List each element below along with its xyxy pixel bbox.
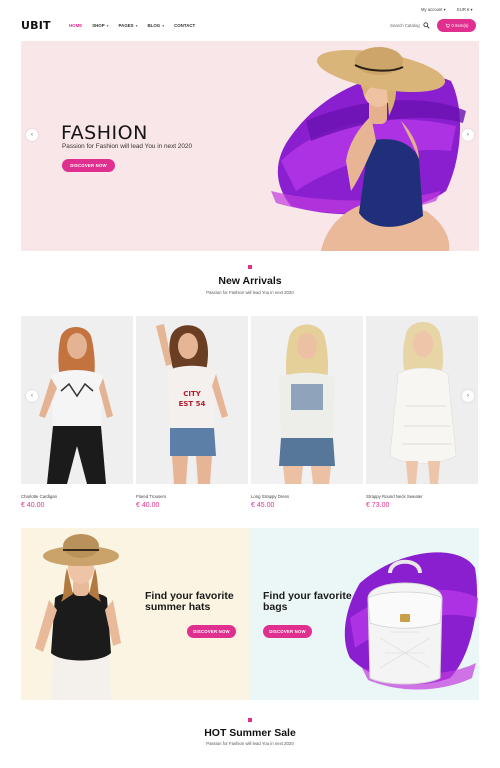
svg-text:CITY: CITY bbox=[183, 390, 202, 398]
hero-title: FASHION bbox=[61, 122, 148, 144]
section-decor-dot bbox=[248, 265, 252, 269]
search-icon[interactable] bbox=[423, 22, 430, 29]
product-carousel: Charlotte Cardigan € 40.00 CITY EST 54 F… bbox=[21, 316, 479, 511]
cart-icon bbox=[445, 23, 450, 28]
chevron-down-icon: ▾ bbox=[135, 24, 138, 28]
hot-sale-title: HOT Summer Sale bbox=[204, 727, 296, 739]
chevron-down-icon: ▾ bbox=[162, 24, 165, 28]
product-price: € 40.00 bbox=[21, 502, 45, 509]
product-card[interactable]: Long Strappy Dress € 45.00 bbox=[251, 316, 363, 509]
section-decor-dot bbox=[248, 718, 252, 722]
product-name[interactable]: Charlotte Cardigan bbox=[21, 494, 133, 499]
nav-label: Pages bbox=[118, 23, 134, 28]
nav-label: Contact bbox=[174, 23, 196, 28]
nav-label: Blog bbox=[147, 23, 161, 28]
carousel-next-arrow-icon[interactable]: › bbox=[462, 390, 474, 402]
product-name[interactable]: Flared Trousers bbox=[136, 494, 248, 499]
main-nav: Home Shop ▾ Pages ▾ Blog ▾ Contact bbox=[69, 23, 205, 28]
site-logo[interactable]: UBIT bbox=[21, 19, 51, 32]
my-account-dropdown[interactable]: My account ▾ bbox=[421, 7, 446, 12]
nav-item-shop[interactable]: Shop ▾ bbox=[92, 23, 108, 28]
product-name[interactable]: Long Strappy Dress bbox=[251, 494, 363, 499]
cart-button[interactable]: 0 Item(s) bbox=[437, 19, 476, 32]
currency-dropdown[interactable]: EUR € ▾ bbox=[457, 7, 473, 12]
nav-item-contact[interactable]: Contact bbox=[174, 23, 195, 28]
product-name[interactable]: Strappy Round Neck Sweater bbox=[366, 494, 478, 499]
discover-now-button[interactable]: Discover now bbox=[263, 625, 312, 638]
hats-model-image bbox=[35, 534, 121, 700]
cart-count: 0 Item(s) bbox=[451, 23, 469, 28]
product-image[interactable]: CITY EST 54 bbox=[136, 316, 248, 484]
hats-banner-title: Find your favorite summer hats bbox=[145, 590, 234, 613]
hero-slider: FASHION Passion for Fashion will lead Yo… bbox=[21, 41, 479, 251]
discover-now-button[interactable]: Discover now bbox=[187, 625, 236, 638]
hot-sale-subtitle: Passion for Fashion will lead You in nex… bbox=[206, 741, 294, 746]
bags-product-image bbox=[344, 552, 478, 690]
new-arrivals-title: New Arrivals bbox=[218, 275, 282, 287]
discover-now-button[interactable]: Discover now bbox=[62, 159, 115, 172]
carousel-prev-arrow-icon[interactable]: ‹ bbox=[26, 390, 38, 402]
product-price: € 45.00 bbox=[251, 502, 275, 509]
nav-label: Home bbox=[69, 23, 83, 28]
slider-prev-arrow-icon[interactable]: ‹ bbox=[26, 129, 38, 141]
bags-banner-title: Find your favorite bags bbox=[263, 590, 352, 613]
product-image[interactable] bbox=[251, 316, 363, 484]
product-image[interactable] bbox=[366, 316, 478, 484]
hats-banner[interactable]: Find your favorite summer hats Discover … bbox=[21, 528, 250, 700]
hero-model-image bbox=[271, 47, 466, 251]
nav-item-home[interactable]: Home bbox=[69, 23, 82, 28]
hero-subtitle: Passion for Fashion will lead You in nex… bbox=[62, 143, 193, 150]
product-price: € 40.00 bbox=[136, 502, 160, 509]
nav-label: Shop bbox=[92, 23, 105, 28]
product-card[interactable]: Strappy Round Neck Sweater € 73.00 bbox=[366, 316, 478, 509]
search-input[interactable]: Search Catalog bbox=[390, 23, 420, 28]
svg-text:EST 54: EST 54 bbox=[179, 400, 206, 408]
nav-item-blog[interactable]: Blog ▾ bbox=[148, 23, 165, 28]
bags-banner[interactable]: Find your favorite bags Discover now bbox=[250, 528, 479, 700]
product-image[interactable] bbox=[21, 316, 133, 484]
slider-next-arrow-icon[interactable]: › bbox=[462, 129, 474, 141]
nav-item-pages[interactable]: Pages ▾ bbox=[119, 23, 138, 28]
product-card[interactable]: Charlotte Cardigan € 40.00 bbox=[21, 316, 133, 509]
site-header: UBIT My account ▾ EUR € ▾ Home Shop ▾ Pag… bbox=[0, 0, 500, 40]
new-arrivals-subtitle: Passion for Fashion will lead You in nex… bbox=[206, 290, 294, 295]
product-price: € 73.00 bbox=[366, 502, 390, 509]
chevron-down-icon: ▾ bbox=[106, 24, 109, 28]
product-card[interactable]: CITY EST 54 Flared Trousers € 40.00 bbox=[136, 316, 248, 509]
